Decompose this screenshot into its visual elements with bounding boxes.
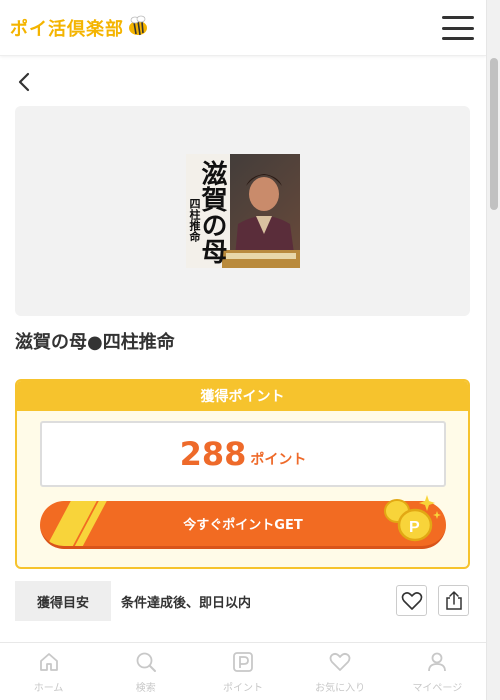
favorite-button[interactable]	[396, 585, 427, 616]
home-icon	[36, 649, 62, 675]
points-card-header: 獲得ポイント	[17, 381, 468, 411]
hamburger-menu-button[interactable]	[442, 14, 474, 42]
scrollbar-thumb[interactable]	[490, 58, 498, 210]
search-icon	[133, 649, 159, 675]
menu-line	[442, 16, 474, 19]
nav-label-favorites: お気に入り	[315, 683, 366, 694]
point-icon	[230, 649, 256, 675]
offer-thumbnail: 滋賀の母 四柱推命	[186, 154, 300, 268]
points-value: 288	[179, 435, 247, 473]
coins-icon: P	[375, 489, 445, 547]
page-scrollbar[interactable]	[486, 0, 500, 700]
share-button[interactable]	[438, 585, 469, 616]
offer-title: 滋賀の母●四柱推命	[15, 332, 175, 353]
nav-label-home: ホーム	[33, 683, 64, 694]
nav-label-mypage: マイページ	[412, 683, 463, 694]
svg-text:P: P	[409, 519, 420, 536]
share-icon	[445, 590, 462, 610]
logo-text: ポイ活倶楽部	[10, 18, 124, 40]
thumbnail-subtitle-text: 四柱推命	[188, 198, 201, 242]
points-unit: ポイント	[250, 452, 307, 468]
nav-item-search[interactable]: 検索	[103, 649, 189, 694]
menu-line	[442, 37, 474, 40]
get-points-button-label: 今すぐポイントGET	[183, 518, 303, 533]
thumbnail-title-text: 滋賀の母	[197, 160, 227, 264]
bottom-navigation: ホーム 検索 ポイント お気に入り マイページ	[0, 642, 486, 700]
nav-item-point[interactable]: ポイント	[200, 649, 286, 694]
chevron-left-icon	[18, 72, 30, 92]
heart-icon	[327, 649, 353, 675]
nav-item-favorites[interactable]: お気に入り	[297, 649, 383, 694]
estimate-value: 条件達成後、即日以内	[121, 596, 252, 611]
estimate-label: 獲得目安	[15, 581, 111, 621]
menu-line	[442, 26, 474, 30]
back-button[interactable]	[14, 68, 38, 96]
app-header: ポイ活倶楽部	[0, 0, 486, 56]
offer-image-area: 滋賀の母 四柱推命	[15, 106, 470, 316]
heart-icon	[401, 591, 422, 610]
points-display: 288 ポイント	[40, 421, 446, 487]
user-icon	[424, 649, 450, 675]
nav-item-mypage[interactable]: マイページ	[394, 649, 480, 694]
points-card: 獲得ポイント 288 ポイント 今すぐポイントGET P	[15, 379, 470, 569]
nav-item-home[interactable]: ホーム	[6, 649, 92, 694]
nav-label-point: ポイント	[222, 683, 263, 694]
site-logo[interactable]: ポイ活倶楽部	[10, 15, 150, 41]
nav-label-search: 検索	[135, 683, 156, 694]
bee-icon	[126, 15, 150, 41]
